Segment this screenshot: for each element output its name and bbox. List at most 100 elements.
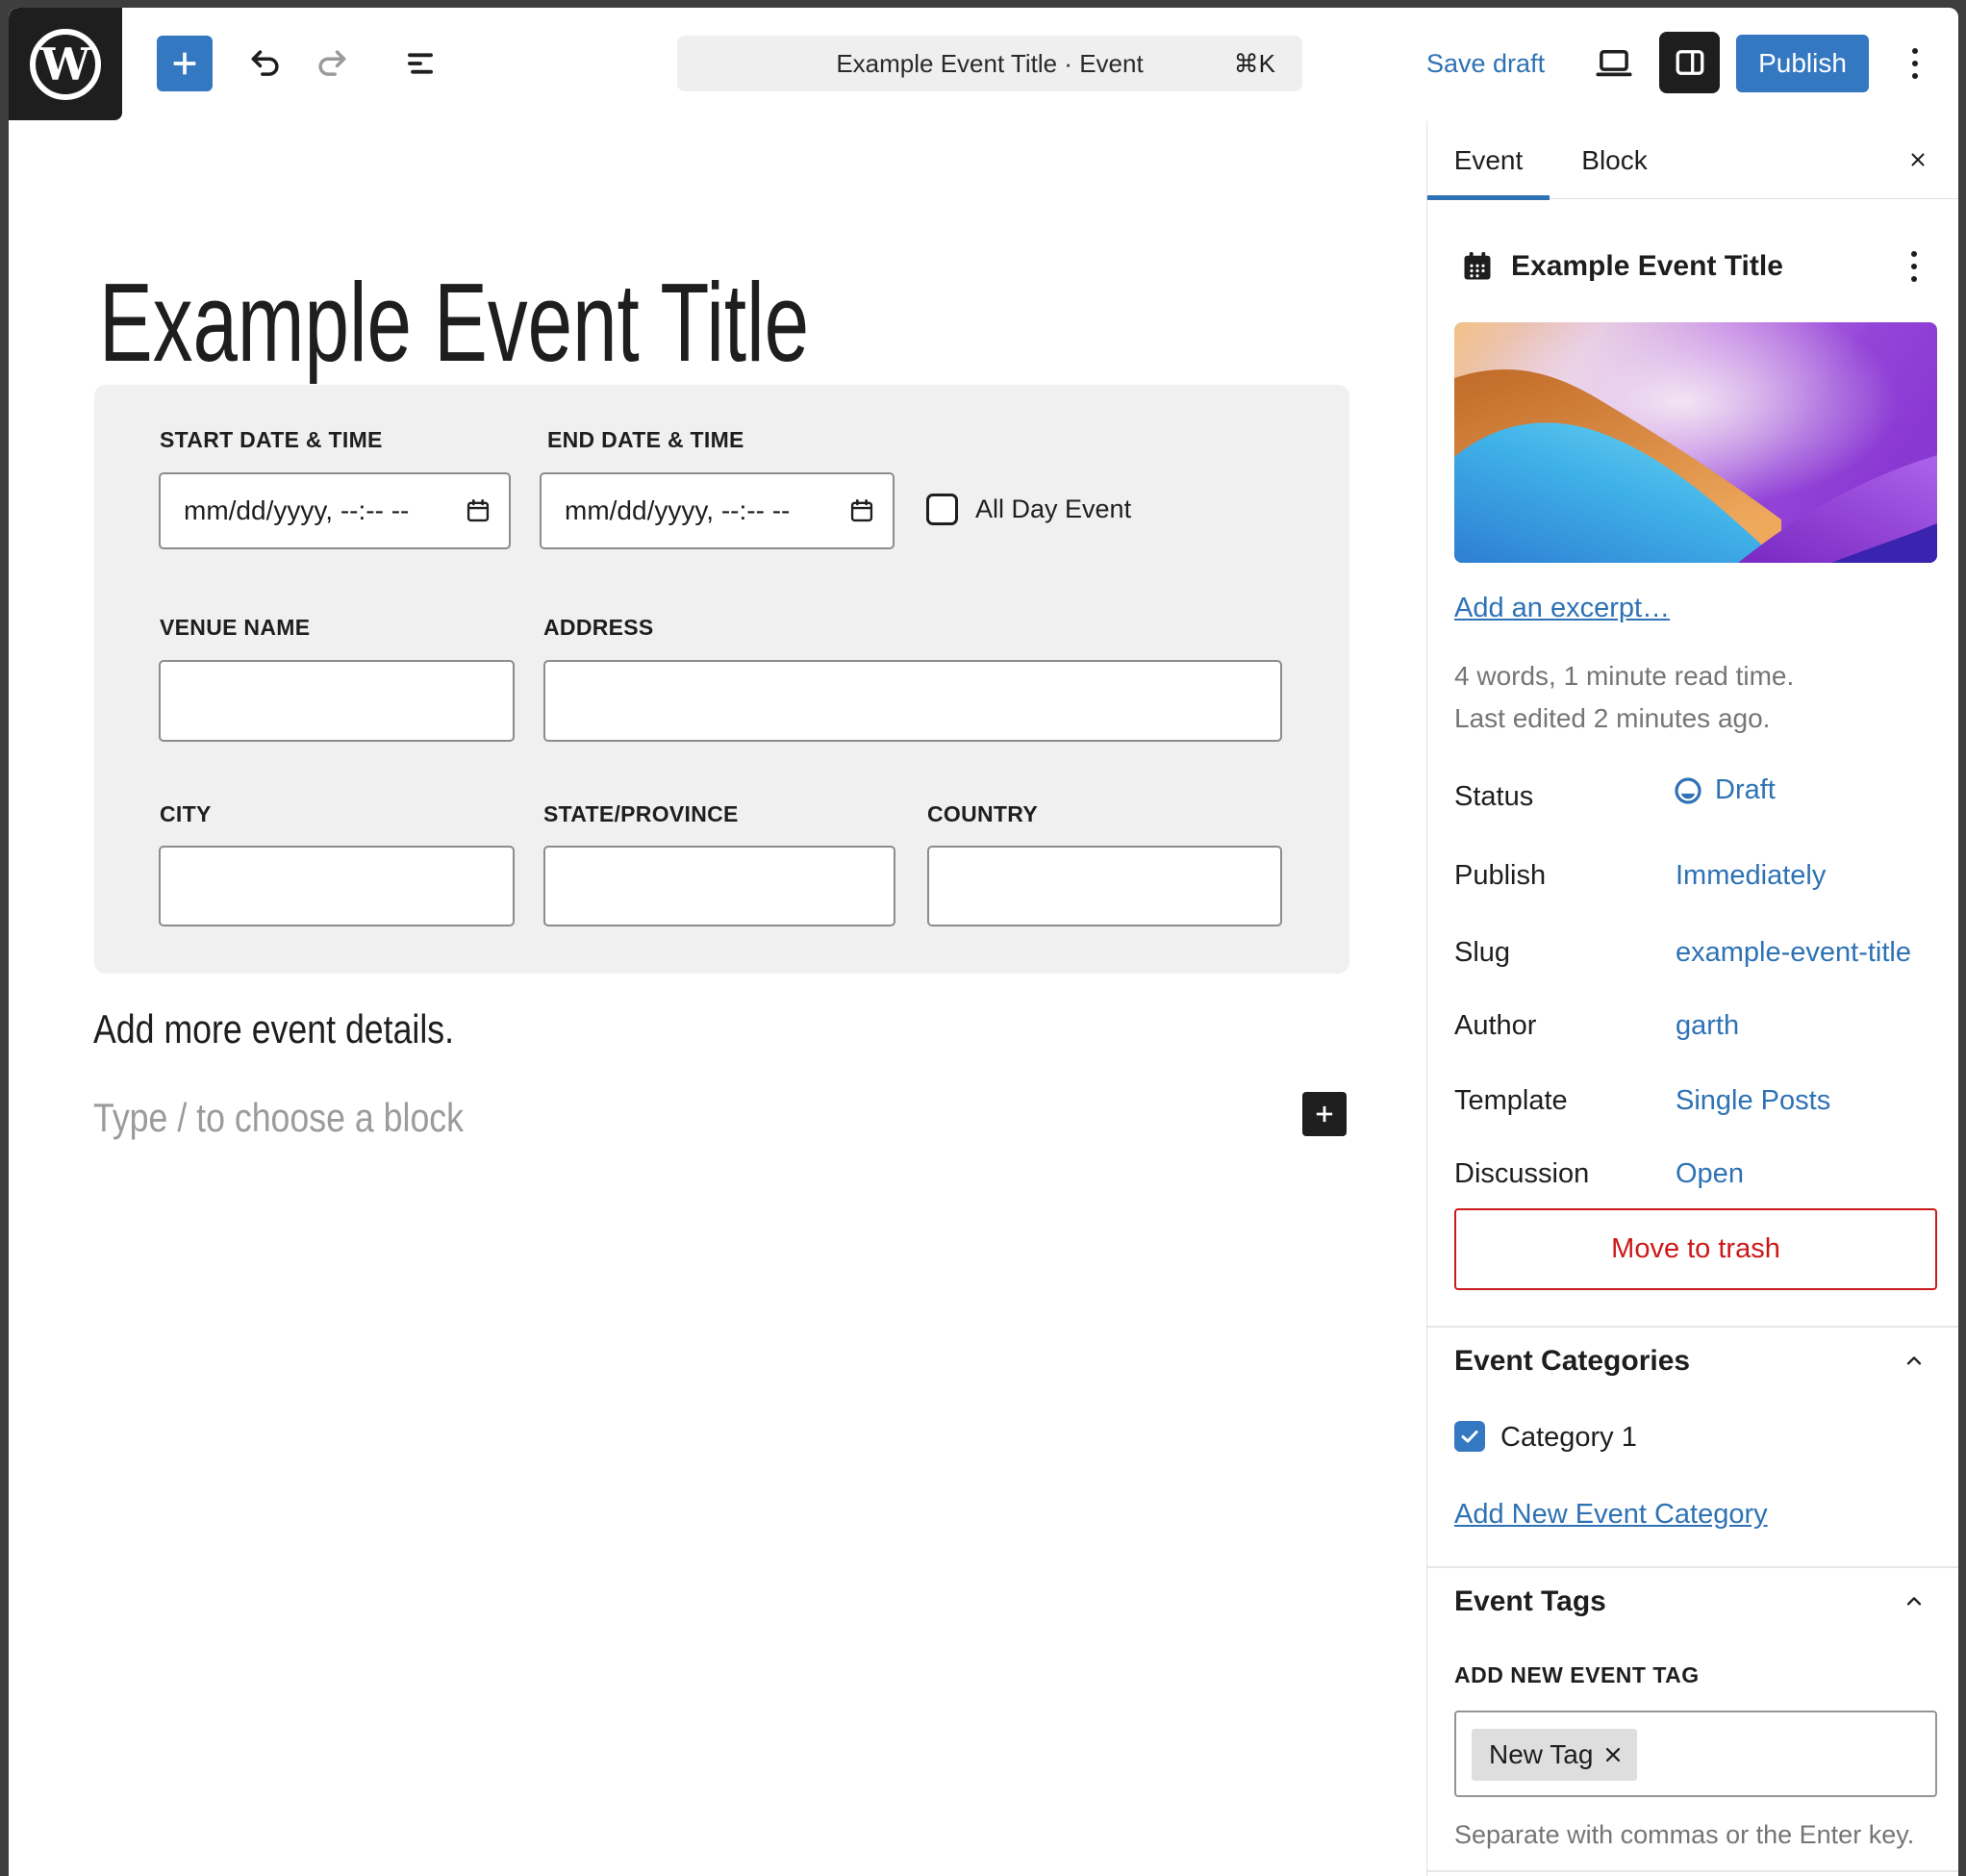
wordpress-logo-button[interactable]: W: [9, 8, 122, 120]
move-to-trash-button[interactable]: Move to trash: [1454, 1208, 1937, 1290]
calendar-picker-icon[interactable]: [465, 497, 492, 524]
state-province-input[interactable]: [543, 846, 895, 926]
redo-button[interactable]: [311, 42, 353, 85]
post-actions-menu-button[interactable]: [1895, 245, 1933, 288]
editor-canvas: Example Event Title START DATE & TIME EN…: [9, 121, 1426, 1876]
template-value[interactable]: Single Posts: [1676, 1085, 1830, 1117]
end-date-input[interactable]: mm/dd/yyyy, --:-- --: [540, 472, 895, 549]
add-new-category-link[interactable]: Add New Event Category: [1454, 1499, 1768, 1531]
preview-button[interactable]: [1593, 42, 1635, 85]
sidebar-tabs: Event Block: [1427, 121, 1958, 199]
address-input[interactable]: [543, 660, 1282, 742]
list-view-icon: [402, 45, 439, 82]
post-summary-row: Example Event Title: [1427, 225, 1958, 308]
section-divider: [1427, 1870, 1958, 1872]
slug-label: Slug: [1454, 937, 1510, 969]
start-date-input[interactable]: mm/dd/yyyy, --:-- --: [159, 472, 511, 549]
undo-icon: [247, 45, 284, 82]
kebab-icon: [1911, 251, 1917, 282]
featured-image[interactable]: [1454, 322, 1937, 563]
discussion-value[interactable]: Open: [1676, 1158, 1744, 1190]
plus-icon: [1311, 1101, 1338, 1128]
tab-block[interactable]: Block: [1550, 121, 1679, 199]
publish-value[interactable]: Immediately: [1676, 860, 1826, 892]
draft-status-icon: [1673, 775, 1703, 806]
featured-image-graphic: [1454, 322, 1937, 563]
top-toolbar: W Example Event Title: [9, 8, 1958, 122]
save-draft-button[interactable]: Save draft: [1426, 42, 1546, 85]
publish-button[interactable]: Publish: [1736, 35, 1869, 92]
country-input[interactable]: [927, 846, 1282, 926]
state-province-label: STATE/PROVINCE: [543, 801, 739, 827]
section-divider: [1427, 1566, 1958, 1568]
sidebar-post-title: Example Event Title: [1511, 225, 1783, 308]
block-inserter-toggle-button[interactable]: [157, 36, 213, 91]
chevron-up-icon: [1903, 1348, 1925, 1375]
venue-name-input[interactable]: [159, 660, 515, 742]
calendar-picker-icon[interactable]: [848, 497, 875, 524]
tag-token: New Tag: [1472, 1729, 1637, 1781]
add-new-tag-label: ADD NEW EVENT TAG: [1454, 1662, 1700, 1688]
redo-icon: [314, 45, 350, 82]
close-sidebar-button[interactable]: [1902, 143, 1934, 176]
event-tags-heading: Event Tags: [1454, 1585, 1606, 1618]
status-label: Status: [1454, 781, 1533, 813]
wordpress-icon: W: [19, 18, 112, 111]
end-date-placeholder: mm/dd/yyyy, --:-- --: [565, 495, 790, 526]
add-excerpt-link[interactable]: Add an excerpt…: [1454, 593, 1670, 624]
laptop-icon: [1594, 43, 1634, 84]
close-icon: [1907, 145, 1928, 174]
post-title-field[interactable]: Example Event Title: [99, 262, 1085, 385]
slug-value[interactable]: example-event-title: [1676, 937, 1911, 969]
settings-sidebar: Event Block Example Event Title: [1426, 121, 1958, 1876]
collapse-categories-button[interactable]: [1898, 1345, 1930, 1378]
remove-tag-icon[interactable]: [1602, 1744, 1624, 1765]
author-label: Author: [1454, 1010, 1536, 1042]
chevron-up-icon: [1903, 1588, 1925, 1615]
start-date-label: START DATE & TIME: [160, 427, 383, 453]
tags-help-text: Separate with commas or the Enter key.: [1454, 1820, 1914, 1850]
command-shortcut: ⌘K: [1234, 49, 1275, 79]
tag-token-input[interactable]: New Tag: [1454, 1711, 1937, 1797]
venue-name-label: VENUE NAME: [160, 615, 310, 641]
section-divider: [1427, 1326, 1958, 1328]
document-overview-button[interactable]: [399, 42, 441, 85]
event-categories-heading: Event Categories: [1454, 1345, 1690, 1378]
category-label[interactable]: Category 1: [1500, 1422, 1637, 1454]
end-date-label: END DATE & TIME: [547, 427, 744, 453]
collapse-tags-button[interactable]: [1898, 1585, 1930, 1618]
author-value[interactable]: garth: [1676, 1010, 1739, 1042]
sidebar-panel-icon: [1673, 45, 1707, 80]
block-appender-placeholder[interactable]: Type / to choose a block: [93, 1095, 529, 1141]
discussion-label: Discussion: [1454, 1158, 1589, 1190]
document-title: Example Event Title · Event: [836, 49, 1143, 79]
publish-label: Publish: [1454, 860, 1546, 892]
check-icon: [1458, 1425, 1481, 1448]
start-date-placeholder: mm/dd/yyyy, --:-- --: [184, 495, 409, 526]
event-details-panel: START DATE & TIME END DATE & TIME mm/dd/…: [94, 385, 1349, 974]
tag-token-label: New Tag: [1489, 1739, 1593, 1770]
category-checkbox-checked[interactable]: [1454, 1421, 1485, 1452]
undo-button[interactable]: [244, 42, 287, 85]
address-label: ADDRESS: [543, 615, 654, 641]
kebab-icon: [1912, 48, 1918, 79]
city-label: CITY: [160, 801, 212, 827]
editor-window: W Example Event Title: [9, 8, 1958, 1876]
options-menu-button[interactable]: [1896, 42, 1934, 85]
template-label: Template: [1454, 1085, 1568, 1117]
paragraph-block[interactable]: Add more event details.: [93, 1006, 517, 1052]
settings-sidebar-toggle-button[interactable]: [1659, 32, 1720, 93]
word-count-text: 4 words, 1 minute read time.: [1454, 661, 1794, 692]
svg-text:W: W: [39, 38, 91, 90]
status-value[interactable]: Draft: [1673, 774, 1776, 806]
checkbox-unchecked-icon: [926, 494, 958, 525]
block-appender-plus-button[interactable]: [1302, 1092, 1347, 1136]
command-center-button[interactable]: Example Event Title · Event ⌘K: [677, 36, 1302, 91]
plus-icon: [168, 47, 201, 80]
event-calendar-icon: [1460, 249, 1495, 284]
all-day-event-checkbox[interactable]: All Day Event: [926, 494, 1131, 525]
city-input[interactable]: [159, 846, 515, 926]
all-day-event-label: All Day Event: [975, 494, 1131, 524]
tab-event[interactable]: Event: [1427, 121, 1550, 199]
last-edited-text: Last edited 2 minutes ago.: [1454, 703, 1770, 734]
